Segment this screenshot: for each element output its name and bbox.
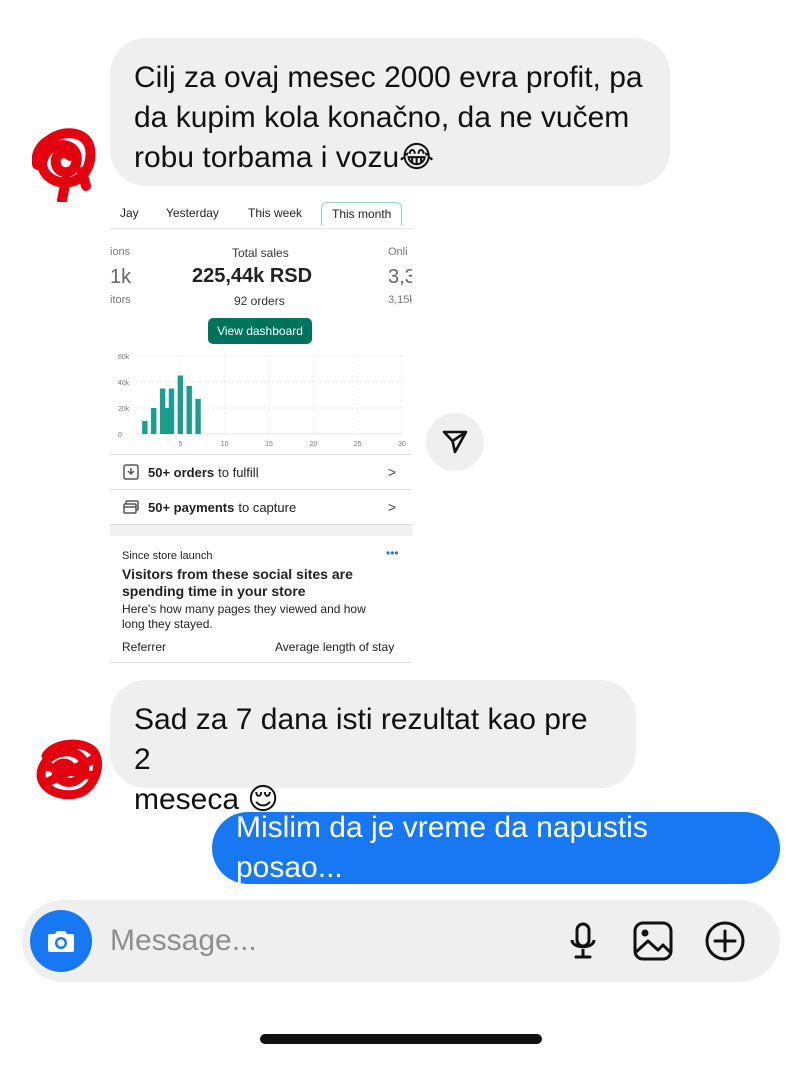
x-tick-label: 25	[354, 441, 362, 448]
y-tick-label: 0	[118, 432, 122, 439]
chart-bar	[177, 375, 184, 434]
sales-bar-chart: 0 20k 40k 60k 5 10 15 20 25 30	[118, 354, 406, 448]
x-tick-label: 10	[221, 441, 229, 448]
view-dashboard-button[interactable]: View dashboard	[208, 318, 312, 344]
message-text-line: Sad za 7 dana isti rezultat kao pre 2	[134, 703, 588, 776]
y-tick-label: 60k	[118, 354, 130, 361]
since-store-launch: Since store launch	[122, 550, 213, 562]
home-indicator[interactable]	[260, 1034, 542, 1044]
orders-row-text: to fulfill	[218, 464, 259, 480]
chart-bar	[142, 421, 148, 434]
message-text: Mislim da je vreme da napustis posao...	[236, 811, 648, 884]
card-title-line: spending time in your store	[122, 583, 306, 599]
inbox-download-icon	[123, 464, 139, 480]
more-options-icon[interactable]: •••	[386, 546, 399, 560]
avatar-scribble	[32, 128, 96, 202]
metric-sub: 3,15k	[388, 294, 412, 306]
add-button[interactable]	[704, 920, 746, 962]
total-sales-label: Total sales	[232, 246, 289, 260]
paper-plane-icon	[442, 430, 468, 454]
message-text-line: robu torbama i vozu😂	[134, 141, 435, 174]
plus-circle-icon	[705, 921, 745, 961]
orders-count-bold: 50+ orders	[148, 464, 215, 480]
orders-to-fulfill-row[interactable]: 50+ orders to fulfill >	[110, 455, 412, 489]
chart-bar	[151, 408, 157, 434]
tab-today[interactable]: Jay	[120, 206, 139, 220]
message-text-line: da kupim kola konačno, da ne vučem	[134, 101, 630, 134]
message-composer	[22, 900, 780, 982]
microphone-icon	[570, 922, 596, 959]
message-input[interactable]	[110, 920, 510, 962]
payments-row-text: to capture	[238, 499, 297, 515]
chart-bar	[186, 385, 192, 434]
card-description-line: Here's how many pages they viewed and ho…	[122, 602, 366, 616]
microphone-button[interactable]	[562, 920, 604, 962]
shared-screenshot[interactable]: Jay Yesterday This week This month ions …	[110, 198, 412, 668]
chart-bar	[168, 388, 175, 434]
gallery-button[interactable]	[632, 920, 674, 962]
metric-label: Onli	[388, 246, 408, 258]
avatar-scribble	[36, 739, 102, 800]
metric-value: 3,3	[388, 266, 412, 288]
chart-bar	[195, 398, 201, 434]
average-stay-column-header: Average length of stay	[275, 640, 395, 654]
metric-sub: itors	[110, 294, 131, 306]
chevron-right-icon: >	[387, 464, 396, 480]
tab-this-week[interactable]: This week	[248, 206, 302, 220]
incoming-message: Sad za 7 dana isti rezultat kao pre 2 me…	[110, 680, 636, 816]
payments-count-bold: 50+ payments	[148, 499, 235, 515]
x-tick-label: 20	[309, 441, 317, 448]
camera-icon	[48, 931, 74, 952]
camera-button[interactable]	[30, 910, 92, 972]
total-sales-value: 225,44k RSD	[192, 265, 313, 287]
share-button[interactable]	[426, 413, 484, 471]
card-title-line: Visitors from these social sites are	[122, 566, 353, 582]
metric-label: ions	[110, 246, 131, 258]
y-tick-label: 20k	[118, 406, 130, 413]
incoming-message: Cilj za ovaj mesec 2000 evra profit, pa …	[110, 38, 670, 186]
x-tick-label: 30	[398, 441, 406, 448]
orders-count: 92 orders	[234, 294, 285, 308]
card-description-line: long they stayed.	[122, 617, 213, 631]
gallery-icon	[633, 921, 673, 961]
divider	[110, 228, 412, 229]
outgoing-message: Mislim da je vreme da napustis posao...	[212, 811, 780, 884]
payments-to-capture-row[interactable]: 50+ payments to capture >	[110, 490, 412, 524]
x-tick-label: 15	[265, 441, 273, 448]
divider	[110, 662, 412, 663]
referrer-column-header: Referrer	[122, 640, 167, 654]
credit-card-icon	[123, 500, 139, 514]
tab-yesterday[interactable]: Yesterday	[166, 206, 219, 220]
y-tick-label: 40k	[118, 380, 130, 387]
metric-value: 1k	[110, 266, 132, 288]
tab-this-month[interactable]: This month	[321, 202, 403, 225]
section-divider	[110, 524, 412, 536]
x-tick-label: 5	[178, 441, 182, 448]
chevron-right-icon: >	[387, 499, 396, 515]
message-text-line: Cilj za ovaj mesec 2000 evra profit, pa	[134, 61, 643, 94]
